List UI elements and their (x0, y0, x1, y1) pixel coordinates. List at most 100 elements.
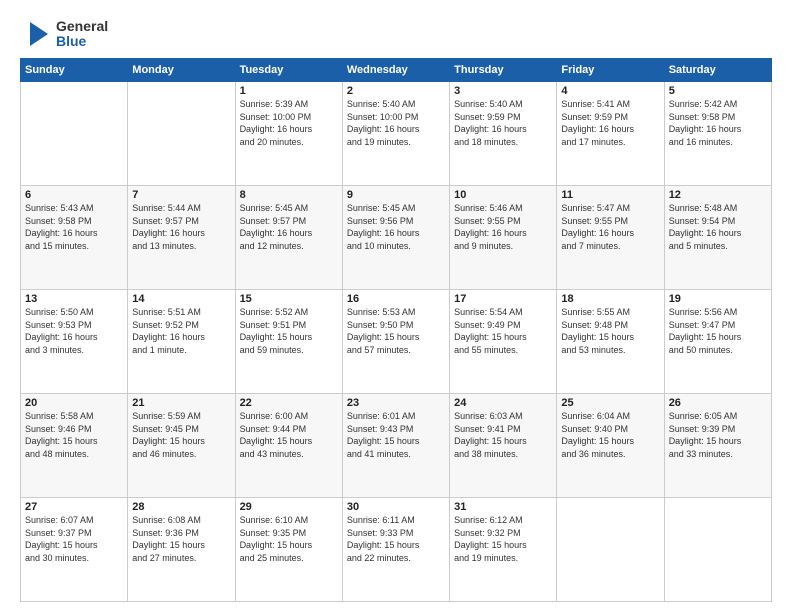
calendar-day-cell: 28Sunrise: 6:08 AM Sunset: 9:36 PM Dayli… (128, 498, 235, 602)
day-number: 2 (347, 85, 445, 97)
day-info: Sunrise: 5:53 AM Sunset: 9:50 PM Dayligh… (347, 306, 445, 356)
calendar-day-cell: 15Sunrise: 5:52 AM Sunset: 9:51 PM Dayli… (235, 290, 342, 394)
day-number: 12 (669, 189, 767, 201)
day-number: 6 (25, 189, 123, 201)
calendar-day-cell: 10Sunrise: 5:46 AM Sunset: 9:55 PM Dayli… (450, 186, 557, 290)
day-info: Sunrise: 5:59 AM Sunset: 9:45 PM Dayligh… (132, 410, 230, 460)
day-info: Sunrise: 6:05 AM Sunset: 9:39 PM Dayligh… (669, 410, 767, 460)
day-number: 23 (347, 397, 445, 409)
weekday-header: Thursday (450, 59, 557, 82)
calendar-day-cell: 12Sunrise: 5:48 AM Sunset: 9:54 PM Dayli… (664, 186, 771, 290)
calendar-week-row: 13Sunrise: 5:50 AM Sunset: 9:53 PM Dayli… (21, 290, 772, 394)
logo-icon (20, 18, 52, 50)
day-number: 26 (669, 397, 767, 409)
calendar-day-cell: 17Sunrise: 5:54 AM Sunset: 9:49 PM Dayli… (450, 290, 557, 394)
day-number: 4 (561, 85, 659, 97)
logo-blue: Blue (56, 34, 108, 49)
day-info: Sunrise: 5:56 AM Sunset: 9:47 PM Dayligh… (669, 306, 767, 356)
day-number: 13 (25, 293, 123, 305)
day-number: 17 (454, 293, 552, 305)
calendar-day-cell: 29Sunrise: 6:10 AM Sunset: 9:35 PM Dayli… (235, 498, 342, 602)
day-info: Sunrise: 6:11 AM Sunset: 9:33 PM Dayligh… (347, 514, 445, 564)
day-info: Sunrise: 5:52 AM Sunset: 9:51 PM Dayligh… (240, 306, 338, 356)
calendar-day-cell: 9Sunrise: 5:45 AM Sunset: 9:56 PM Daylig… (342, 186, 449, 290)
day-number: 18 (561, 293, 659, 305)
day-number: 11 (561, 189, 659, 201)
calendar-week-row: 1Sunrise: 5:39 AM Sunset: 10:00 PM Dayli… (21, 82, 772, 186)
weekday-header: Saturday (664, 59, 771, 82)
day-number: 20 (25, 397, 123, 409)
calendar-week-row: 27Sunrise: 6:07 AM Sunset: 9:37 PM Dayli… (21, 498, 772, 602)
header: GeneralBlue (20, 18, 772, 50)
day-number: 7 (132, 189, 230, 201)
day-info: Sunrise: 6:08 AM Sunset: 9:36 PM Dayligh… (132, 514, 230, 564)
day-info: Sunrise: 5:45 AM Sunset: 9:56 PM Dayligh… (347, 202, 445, 252)
calendar-header-row: SundayMondayTuesdayWednesdayThursdayFrid… (21, 59, 772, 82)
calendar-day-cell: 19Sunrise: 5:56 AM Sunset: 9:47 PM Dayli… (664, 290, 771, 394)
logo: GeneralBlue (20, 18, 108, 50)
calendar-day-cell: 7Sunrise: 5:44 AM Sunset: 9:57 PM Daylig… (128, 186, 235, 290)
calendar-day-cell: 24Sunrise: 6:03 AM Sunset: 9:41 PM Dayli… (450, 394, 557, 498)
calendar-day-cell (21, 82, 128, 186)
calendar-day-cell: 16Sunrise: 5:53 AM Sunset: 9:50 PM Dayli… (342, 290, 449, 394)
day-info: Sunrise: 5:41 AM Sunset: 9:59 PM Dayligh… (561, 98, 659, 148)
day-info: Sunrise: 6:12 AM Sunset: 9:32 PM Dayligh… (454, 514, 552, 564)
day-number: 14 (132, 293, 230, 305)
day-number: 1 (240, 85, 338, 97)
day-info: Sunrise: 5:44 AM Sunset: 9:57 PM Dayligh… (132, 202, 230, 252)
calendar-day-cell: 1Sunrise: 5:39 AM Sunset: 10:00 PM Dayli… (235, 82, 342, 186)
calendar-day-cell: 3Sunrise: 5:40 AM Sunset: 9:59 PM Daylig… (450, 82, 557, 186)
day-number: 9 (347, 189, 445, 201)
day-info: Sunrise: 5:43 AM Sunset: 9:58 PM Dayligh… (25, 202, 123, 252)
weekday-header: Monday (128, 59, 235, 82)
calendar-day-cell: 27Sunrise: 6:07 AM Sunset: 9:37 PM Dayli… (21, 498, 128, 602)
day-info: Sunrise: 6:04 AM Sunset: 9:40 PM Dayligh… (561, 410, 659, 460)
day-info: Sunrise: 6:03 AM Sunset: 9:41 PM Dayligh… (454, 410, 552, 460)
day-info: Sunrise: 5:48 AM Sunset: 9:54 PM Dayligh… (669, 202, 767, 252)
calendar-week-row: 6Sunrise: 5:43 AM Sunset: 9:58 PM Daylig… (21, 186, 772, 290)
day-number: 28 (132, 501, 230, 513)
calendar-day-cell (664, 498, 771, 602)
day-info: Sunrise: 5:45 AM Sunset: 9:57 PM Dayligh… (240, 202, 338, 252)
day-info: Sunrise: 5:58 AM Sunset: 9:46 PM Dayligh… (25, 410, 123, 460)
calendar-day-cell: 30Sunrise: 6:11 AM Sunset: 9:33 PM Dayli… (342, 498, 449, 602)
calendar-day-cell: 31Sunrise: 6:12 AM Sunset: 9:32 PM Dayli… (450, 498, 557, 602)
day-info: Sunrise: 5:42 AM Sunset: 9:58 PM Dayligh… (669, 98, 767, 148)
weekday-header: Friday (557, 59, 664, 82)
day-info: Sunrise: 5:55 AM Sunset: 9:48 PM Dayligh… (561, 306, 659, 356)
day-number: 30 (347, 501, 445, 513)
calendar-day-cell: 8Sunrise: 5:45 AM Sunset: 9:57 PM Daylig… (235, 186, 342, 290)
day-number: 24 (454, 397, 552, 409)
calendar-day-cell: 2Sunrise: 5:40 AM Sunset: 10:00 PM Dayli… (342, 82, 449, 186)
day-info: Sunrise: 5:50 AM Sunset: 9:53 PM Dayligh… (25, 306, 123, 356)
day-info: Sunrise: 6:07 AM Sunset: 9:37 PM Dayligh… (25, 514, 123, 564)
calendar-day-cell: 23Sunrise: 6:01 AM Sunset: 9:43 PM Dayli… (342, 394, 449, 498)
day-info: Sunrise: 5:54 AM Sunset: 9:49 PM Dayligh… (454, 306, 552, 356)
day-number: 5 (669, 85, 767, 97)
calendar-day-cell: 26Sunrise: 6:05 AM Sunset: 9:39 PM Dayli… (664, 394, 771, 498)
day-info: Sunrise: 6:01 AM Sunset: 9:43 PM Dayligh… (347, 410, 445, 460)
day-info: Sunrise: 5:40 AM Sunset: 10:00 PM Daylig… (347, 98, 445, 148)
logo-general: General (56, 19, 108, 34)
calendar-day-cell: 11Sunrise: 5:47 AM Sunset: 9:55 PM Dayli… (557, 186, 664, 290)
day-info: Sunrise: 5:39 AM Sunset: 10:00 PM Daylig… (240, 98, 338, 148)
logo-text-block: GeneralBlue (56, 19, 108, 50)
calendar-day-cell: 20Sunrise: 5:58 AM Sunset: 9:46 PM Dayli… (21, 394, 128, 498)
day-number: 19 (669, 293, 767, 305)
day-info: Sunrise: 5:46 AM Sunset: 9:55 PM Dayligh… (454, 202, 552, 252)
day-number: 31 (454, 501, 552, 513)
calendar-day-cell: 21Sunrise: 5:59 AM Sunset: 9:45 PM Dayli… (128, 394, 235, 498)
day-number: 8 (240, 189, 338, 201)
weekday-header: Sunday (21, 59, 128, 82)
calendar-day-cell: 5Sunrise: 5:42 AM Sunset: 9:58 PM Daylig… (664, 82, 771, 186)
calendar-day-cell (128, 82, 235, 186)
day-info: Sunrise: 5:51 AM Sunset: 9:52 PM Dayligh… (132, 306, 230, 356)
day-number: 16 (347, 293, 445, 305)
calendar-day-cell: 13Sunrise: 5:50 AM Sunset: 9:53 PM Dayli… (21, 290, 128, 394)
calendar-day-cell: 25Sunrise: 6:04 AM Sunset: 9:40 PM Dayli… (557, 394, 664, 498)
calendar-day-cell: 4Sunrise: 5:41 AM Sunset: 9:59 PM Daylig… (557, 82, 664, 186)
day-info: Sunrise: 6:10 AM Sunset: 9:35 PM Dayligh… (240, 514, 338, 564)
day-info: Sunrise: 5:47 AM Sunset: 9:55 PM Dayligh… (561, 202, 659, 252)
day-number: 29 (240, 501, 338, 513)
calendar-day-cell: 14Sunrise: 5:51 AM Sunset: 9:52 PM Dayli… (128, 290, 235, 394)
